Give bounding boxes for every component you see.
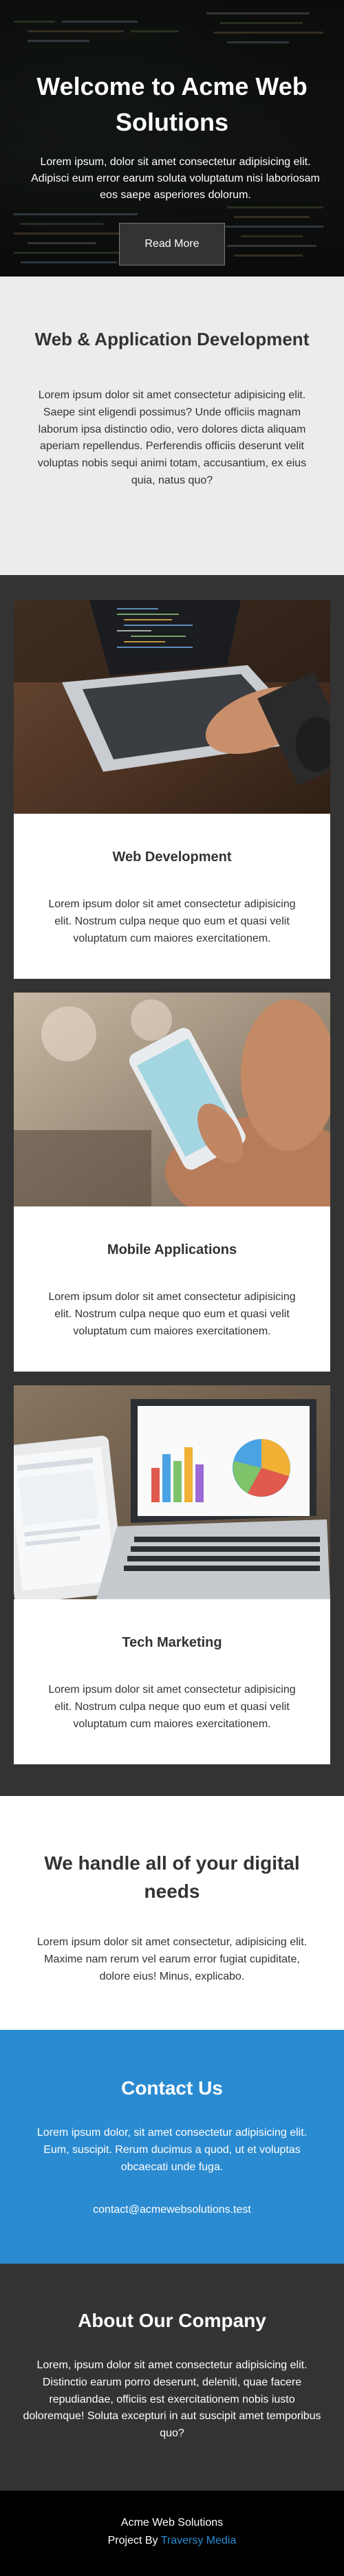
hero-content: Welcome to Acme Web Solutions Lorem ipsu… <box>0 0 344 266</box>
card-text: Lorem ipsum dolor sit amet consectetur a… <box>48 898 296 944</box>
hero-title: Welcome to Acme Web Solutions <box>36 72 308 137</box>
laptop-coding-photo <box>14 600 330 814</box>
site-footer: Acme Web Solutions Project By Traversy M… <box>0 2491 344 2576</box>
card-body: Mobile Applications Lorem ipsum dolor si… <box>14 1206 330 1372</box>
card-body: Tech Marketing Lorem ipsum dolor sit ame… <box>14 1599 330 1764</box>
service-card-tech-marketing: Tech Marketing Lorem ipsum dolor sit ame… <box>14 1385 330 1764</box>
intro-text: Lorem ipsum dolor sit amet consectetur a… <box>37 389 307 486</box>
card-title: Web Development <box>112 849 232 865</box>
footer-company: Acme Web Solutions <box>120 2517 224 2529</box>
intro-title: Web & Application Development <box>34 329 310 349</box>
laptop-charts-photo <box>14 1385 330 1599</box>
intro-section: Web & Application Development Lorem ipsu… <box>0 277 344 575</box>
about-section: About Our Company Lorem, ipsum dolor sit… <box>0 2264 344 2491</box>
services-section: Web Development Lorem ipsum dolor sit am… <box>0 575 344 1796</box>
smartphone-photo <box>14 993 330 1206</box>
digital-needs-section: We handle all of your digital needs Lore… <box>0 1796 344 2030</box>
digital-title: We handle all of your digital needs <box>44 1852 300 1902</box>
about-text: Lorem, ipsum dolor sit amet consectetur … <box>23 2359 321 2440</box>
card-text: Lorem ipsum dolor sit amet consectetur a… <box>48 1684 296 1730</box>
hero-text: Lorem ipsum, dolor sit amet consectetur … <box>31 156 320 202</box>
read-more-button[interactable]: Read More <box>119 223 225 266</box>
contact-title: Contact Us <box>121 2077 223 2099</box>
about-title: About Our Company <box>78 2310 266 2331</box>
card-body: Web Development Lorem ipsum dolor sit am… <box>14 814 330 979</box>
card-title: Mobile Applications <box>107 1242 237 1257</box>
card-text: Lorem ipsum dolor sit amet consectetur a… <box>48 1291 296 1337</box>
service-card-mobile-applications: Mobile Applications Lorem ipsum dolor si… <box>14 993 330 1372</box>
contact-email-link[interactable]: contact@acmewebsolutions.test <box>93 2204 251 2216</box>
card-title: Tech Marketing <box>122 1635 222 1650</box>
footer-credit: Project By Traversy Media <box>14 2532 330 2550</box>
hero-section: Welcome to Acme Web Solutions Lorem ipsu… <box>0 0 344 277</box>
service-card-web-development: Web Development Lorem ipsum dolor sit am… <box>14 600 330 979</box>
footer-credit-prefix: Project By <box>107 2534 161 2546</box>
traversy-media-link[interactable]: Traversy Media <box>161 2535 237 2546</box>
contact-text: Lorem ipsum dolor, sit amet consectetur … <box>36 2127 308 2173</box>
contact-section: Contact Us Lorem ipsum dolor, sit amet c… <box>0 2030 344 2264</box>
digital-text: Lorem ipsum dolor sit amet consectetur, … <box>36 1936 308 1982</box>
